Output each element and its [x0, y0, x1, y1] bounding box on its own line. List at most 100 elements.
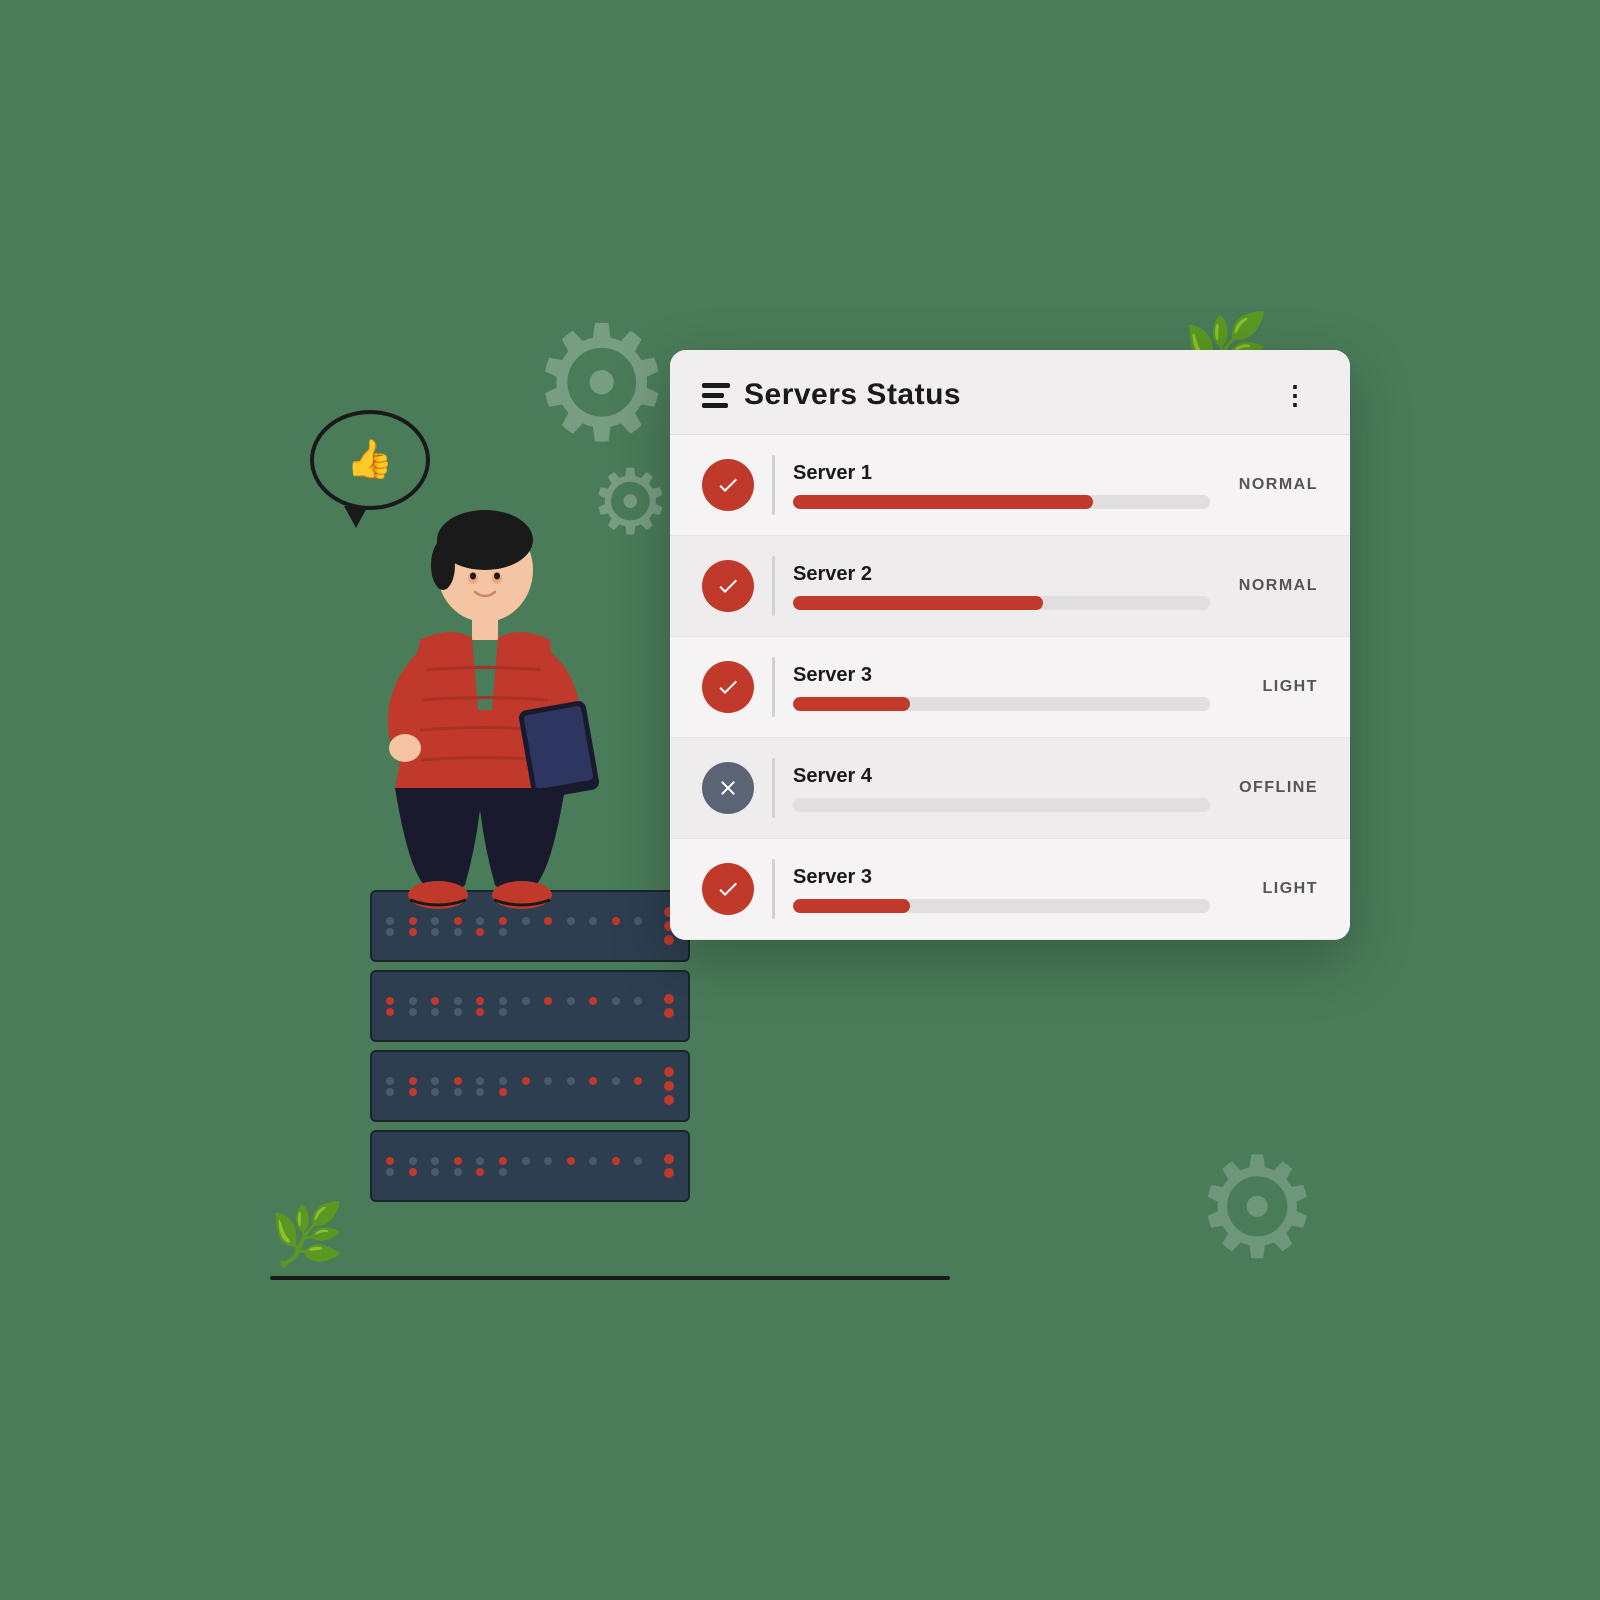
card-title-group: Servers Status	[702, 378, 961, 412]
server-row: Server 3 LIGHT	[670, 637, 1350, 738]
dot	[386, 1008, 394, 1016]
dot	[499, 1008, 507, 1016]
server-status-label: NORMAL	[1228, 577, 1318, 595]
progress-bar-fill	[793, 899, 910, 913]
dot	[589, 917, 597, 925]
server-status-label: NORMAL	[1228, 476, 1318, 494]
check-icon	[702, 560, 754, 612]
server-status-label: LIGHT	[1228, 678, 1318, 696]
dot	[409, 1157, 417, 1165]
dot	[476, 1008, 484, 1016]
dot	[499, 1157, 507, 1165]
row-divider	[772, 556, 775, 616]
dot	[499, 1077, 507, 1085]
server-stack	[370, 890, 710, 1270]
server-light	[664, 994, 674, 1004]
server-light	[664, 1067, 674, 1077]
dot	[634, 997, 642, 1005]
dot	[476, 1157, 484, 1165]
dot	[522, 917, 530, 925]
row-divider	[772, 758, 775, 818]
progress-bar-fill	[793, 596, 1043, 610]
gear-icon: ⚙	[530, 290, 673, 477]
cross-icon	[702, 762, 754, 814]
server-name: Server 3	[793, 866, 1210, 889]
dot	[544, 917, 552, 925]
scene: ⚙ ⚙ ⚙ 🌿 👍 🌿	[250, 250, 1350, 1350]
dot	[454, 928, 462, 936]
more-button[interactable]: ⋮	[1274, 378, 1318, 412]
dot	[454, 1077, 462, 1085]
progress-bar-container	[793, 798, 1210, 812]
dot	[589, 1157, 597, 1165]
dot	[454, 1008, 462, 1016]
dot	[454, 1088, 462, 1096]
server-light	[664, 1081, 674, 1091]
server-info: Server 4	[793, 765, 1210, 812]
server-name: Server 1	[793, 462, 1210, 485]
dot	[386, 917, 394, 925]
dot	[476, 928, 484, 936]
dot	[567, 1157, 575, 1165]
dot	[499, 1088, 507, 1096]
dot	[476, 1168, 484, 1176]
dot	[431, 1088, 439, 1096]
dot	[612, 917, 620, 925]
server-unit-4	[370, 1130, 690, 1202]
dot	[386, 1168, 394, 1176]
dot	[454, 997, 462, 1005]
dot	[544, 1157, 552, 1165]
dot	[476, 917, 484, 925]
dot	[499, 1168, 507, 1176]
leaf-icon: 🌿	[270, 1199, 345, 1270]
server-light	[664, 1154, 674, 1164]
server-info: Server 3	[793, 866, 1210, 913]
row-divider	[772, 657, 775, 717]
server-unit-2	[370, 970, 690, 1042]
server-dots	[386, 917, 654, 936]
thumb-up-icon: 👍	[346, 438, 393, 482]
server-name: Server 3	[793, 664, 1210, 687]
dot	[522, 1157, 530, 1165]
server-row: Server 2NORMAL	[670, 536, 1350, 637]
dot	[409, 928, 417, 936]
list-icon	[702, 383, 730, 408]
dot	[409, 917, 417, 925]
dot	[386, 1088, 394, 1096]
dot	[544, 997, 552, 1005]
dot	[454, 917, 462, 925]
dot	[409, 1008, 417, 1016]
dot	[612, 1077, 620, 1085]
server-lights	[664, 1154, 674, 1178]
speech-bubble: 👍	[310, 410, 440, 520]
card-header: Servers Status ⋮	[670, 350, 1350, 435]
check-icon	[702, 863, 754, 915]
check-icon	[702, 459, 754, 511]
server-name: Server 4	[793, 765, 1210, 788]
server-status-label: OFFLINE	[1228, 779, 1318, 797]
server-row: Server 3LIGHT	[670, 839, 1350, 940]
check-icon	[702, 661, 754, 713]
server-light	[664, 1008, 674, 1018]
server-info: Server 3	[793, 664, 1210, 711]
dot	[589, 1077, 597, 1085]
bubble-circle: 👍	[310, 410, 430, 510]
person-illustration	[330, 510, 630, 910]
server-dots	[386, 997, 654, 1016]
server-light	[664, 935, 674, 945]
card-title: Servers Status	[744, 378, 961, 412]
dot	[634, 1077, 642, 1085]
dot	[409, 1077, 417, 1085]
dot	[409, 1088, 417, 1096]
dot	[409, 1168, 417, 1176]
dot	[386, 1157, 394, 1165]
dot	[612, 1157, 620, 1165]
dot	[476, 997, 484, 1005]
dot	[499, 928, 507, 936]
dot	[589, 997, 597, 1005]
progress-bar-container	[793, 697, 1210, 711]
dot	[522, 997, 530, 1005]
dot	[634, 1157, 642, 1165]
server-info: Server 1	[793, 462, 1210, 509]
ground-line	[270, 1276, 950, 1280]
